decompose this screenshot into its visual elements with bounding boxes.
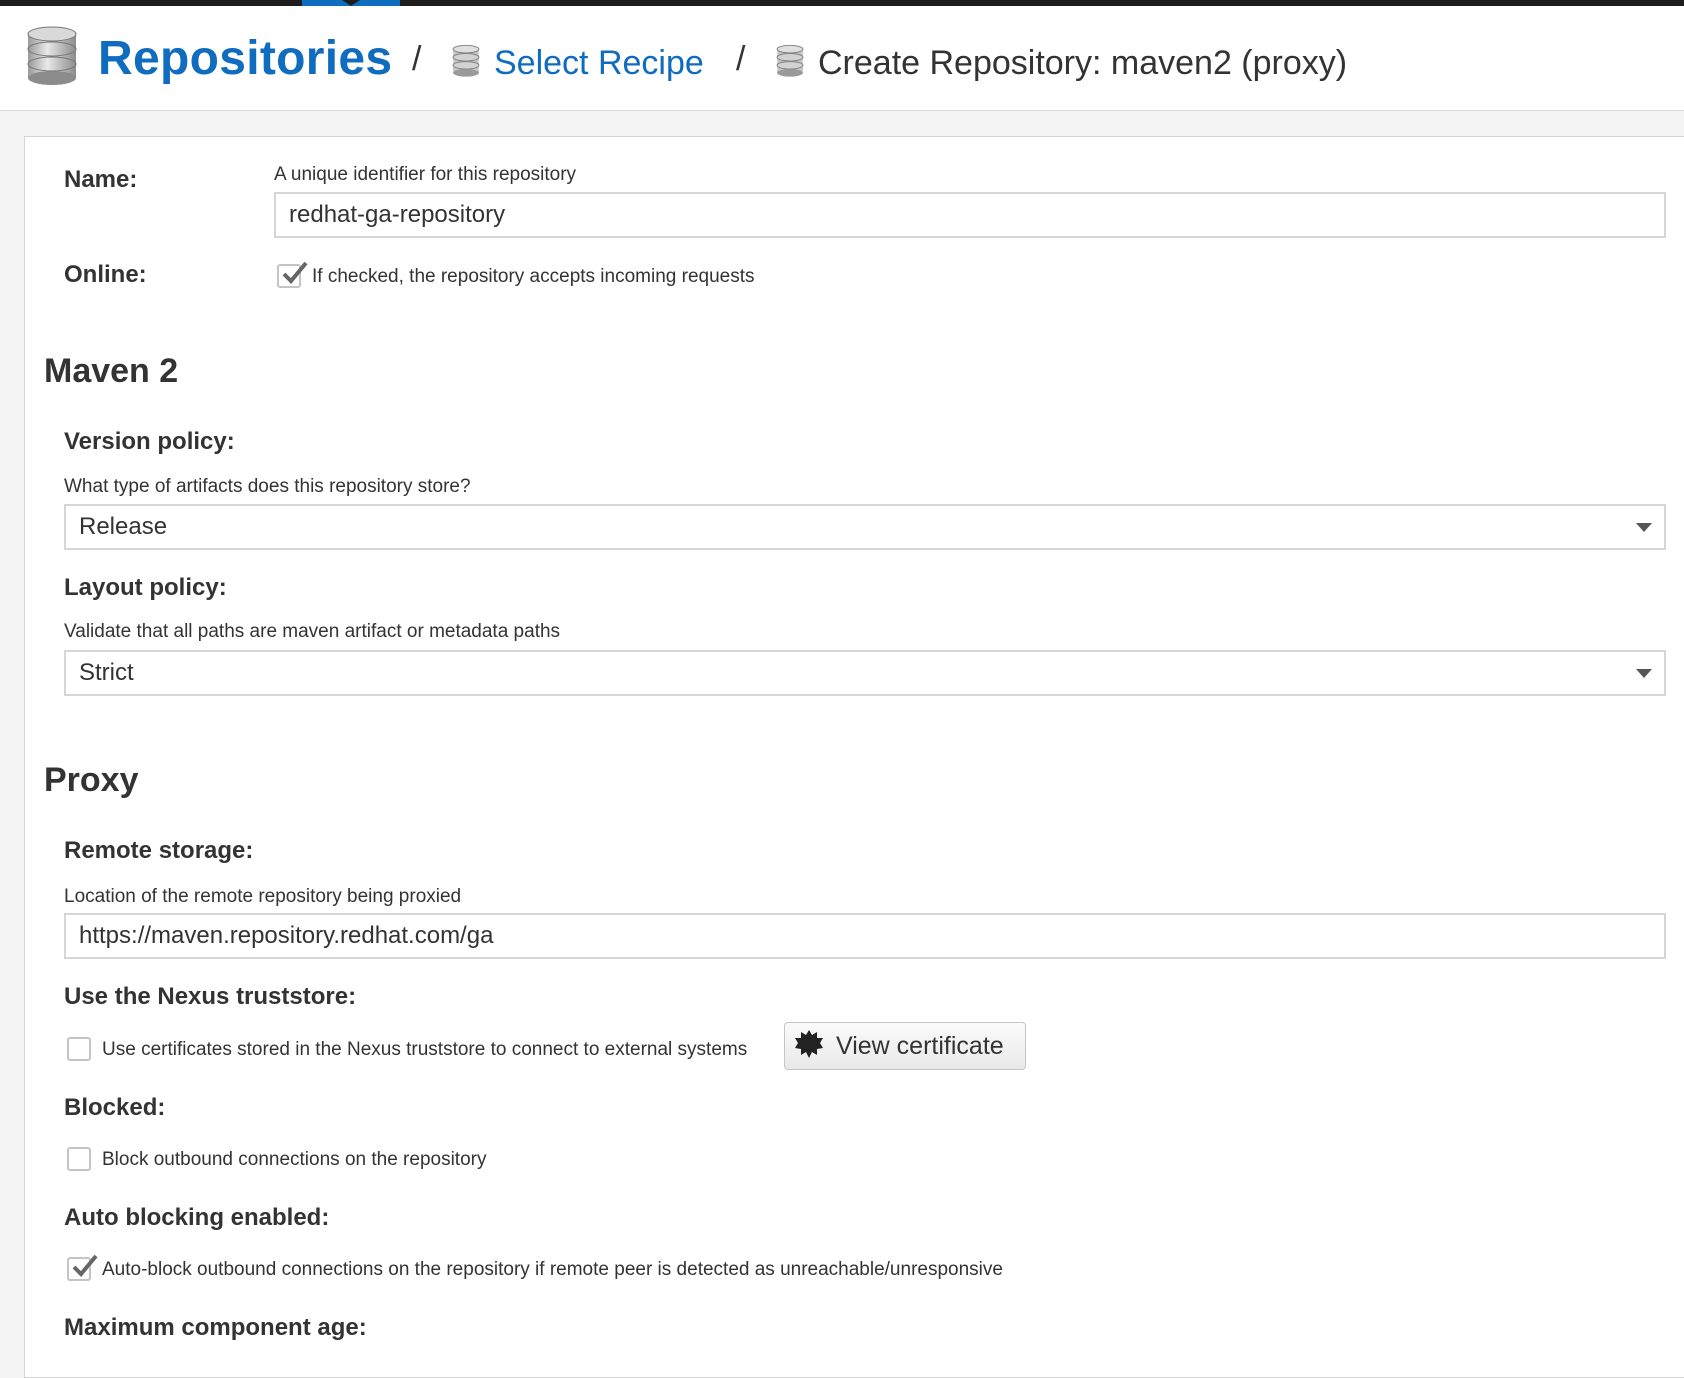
auto-blocking-checkbox[interactable] — [67, 1254, 98, 1281]
blocked-label: Blocked: — [64, 1094, 166, 1121]
checkmark-icon — [72, 1254, 98, 1277]
name-input[interactable]: redhat-ga-repository — [274, 192, 1666, 238]
auto-blocking-text: Auto-block outbound connections on the r… — [102, 1259, 1003, 1280]
layout-policy-label: Layout policy: — [64, 574, 227, 601]
max-component-age-label: Maximum component age: — [64, 1314, 367, 1341]
database-icon — [776, 44, 804, 83]
caret-down-icon — [1636, 523, 1652, 532]
auto-blocking-label: Auto blocking enabled: — [64, 1204, 330, 1231]
layout-policy-help: Validate that all paths are maven artifa… — [64, 621, 561, 642]
name-help: A unique identifier for this repository — [274, 164, 577, 185]
breadcrumb-current: Create Repository: maven2 (proxy) — [776, 44, 1347, 83]
breadcrumb-repositories[interactable]: Repositories — [26, 26, 392, 91]
online-checkbox[interactable] — [277, 261, 308, 288]
name-label: Name: — [64, 166, 138, 193]
form-panel — [24, 136, 1684, 1378]
remote-storage-input[interactable]: https://maven.repository.redhat.com/ga — [64, 913, 1666, 959]
proxy-section-heading: Proxy — [44, 761, 139, 799]
layout-policy-value: Strict — [79, 659, 134, 686]
truststore-label: Use the Nexus truststore: — [64, 983, 357, 1010]
page-header: Repositories / Select Recipe / Create Re… — [0, 6, 1684, 111]
view-certificate-label: View certificate — [836, 1031, 1004, 1060]
breadcrumb-select-recipe[interactable]: Select Recipe — [452, 44, 704, 83]
view-certificate-button[interactable]: View certificate — [784, 1022, 1026, 1070]
database-icon — [452, 44, 480, 83]
breadcrumb-current-label: Create Repository: maven2 (proxy) — [818, 44, 1348, 82]
breadcrumb-separator: / — [736, 40, 746, 78]
blocked-checkbox[interactable] — [67, 1147, 91, 1171]
version-policy-help: What type of artifacts does this reposit… — [64, 476, 471, 497]
checkmark-icon — [282, 261, 308, 284]
layout-policy-select[interactable]: Strict — [64, 650, 1666, 696]
version-policy-select[interactable]: Release — [64, 504, 1666, 550]
breadcrumb-recipe-label[interactable]: Select Recipe — [494, 44, 704, 83]
database-icon — [26, 26, 78, 91]
remote-storage-label: Remote storage: — [64, 837, 254, 864]
online-text: If checked, the repository accepts incom… — [312, 266, 755, 287]
caret-down-icon — [1636, 669, 1652, 678]
breadcrumb-root-label[interactable]: Repositories — [98, 31, 392, 86]
truststore-text: Use certificates stored in the Nexus tru… — [102, 1039, 748, 1060]
truststore-checkbox[interactable] — [67, 1037, 91, 1061]
breadcrumb-separator: / — [412, 40, 422, 78]
maven-section-heading: Maven 2 — [44, 352, 179, 390]
online-label: Online: — [64, 261, 147, 288]
blocked-text: Block outbound connections on the reposi… — [102, 1149, 487, 1170]
certificate-icon — [794, 1029, 824, 1064]
version-policy-value: Release — [79, 513, 168, 540]
version-policy-label: Version policy: — [64, 428, 235, 455]
remote-storage-help: Location of the remote repository being … — [64, 886, 462, 907]
